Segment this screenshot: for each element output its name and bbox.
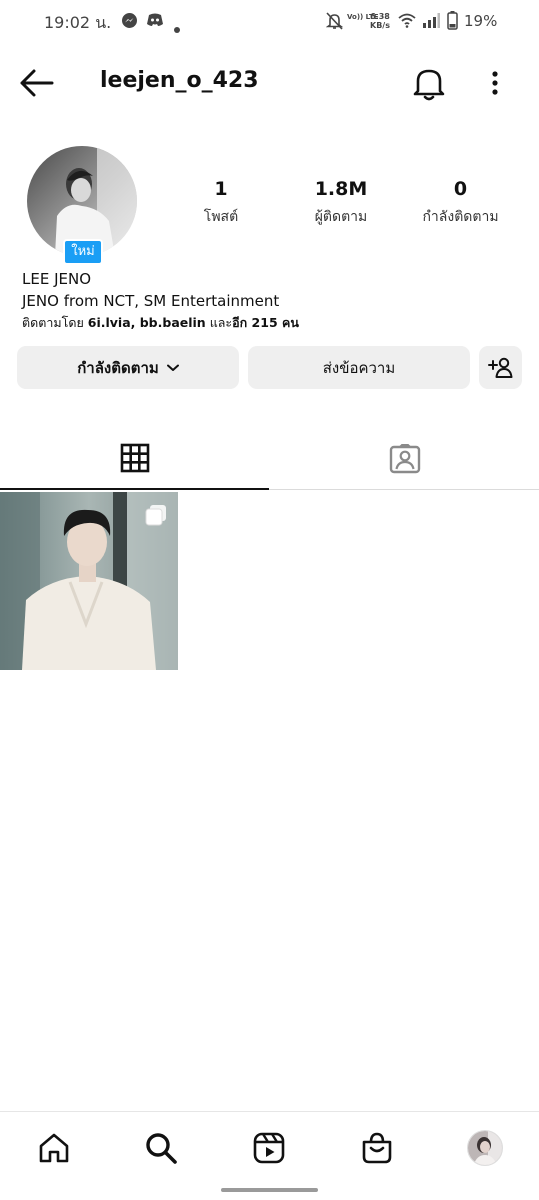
battery-icon — [447, 11, 458, 34]
more-options-button[interactable] — [480, 66, 510, 100]
nav-reels[interactable] — [249, 1128, 289, 1168]
posts-count-value: 1 — [214, 178, 228, 200]
profile-header: leejen_o_423 — [0, 52, 539, 112]
discord-icon — [146, 12, 164, 32]
following-count-label: กำลังติดตาม — [422, 209, 499, 225]
network-speed: 6.38 KB/s — [370, 12, 390, 30]
dot-icon — [174, 18, 180, 37]
grid-icon — [120, 443, 149, 473]
profile-display-name: LEE JENO — [22, 270, 92, 288]
add-person-icon — [487, 357, 512, 378]
followers-count-value: 1.8M — [314, 178, 368, 200]
shop-icon — [362, 1132, 392, 1164]
battery-percent: 19% — [464, 12, 498, 30]
followers-count-label: ผู้ติดตาม — [314, 209, 368, 225]
back-arrow-icon — [20, 69, 54, 97]
carousel-icon — [144, 503, 168, 531]
nav-shop[interactable] — [357, 1128, 397, 1168]
messenger-icon — [121, 12, 138, 33]
followed-by-names: 6i.lvia, bb.baelin — [87, 315, 206, 330]
reels-icon — [253, 1132, 285, 1164]
following-button-label: กำลังติดตาม — [77, 358, 159, 377]
bottom-navigation — [0, 1111, 539, 1200]
following-button[interactable]: กำลังติดตาม — [17, 346, 239, 389]
following-count-value: 0 — [453, 178, 468, 200]
followers-count[interactable]: 1.8M ผู้ติดตาม — [300, 178, 382, 228]
profile-tabs — [0, 428, 539, 490]
bell-icon — [413, 69, 445, 101]
followed-by-mid: และ — [205, 315, 233, 330]
tagged-person-icon — [389, 443, 420, 473]
suggested-people-button[interactable] — [479, 346, 522, 389]
chevron-down-icon — [166, 364, 179, 371]
status-time: 19:02 น. — [44, 13, 112, 32]
home-icon — [39, 1133, 69, 1163]
notifications-button[interactable] — [410, 64, 448, 102]
followed-by-rest: อีก 215 คน — [232, 315, 299, 330]
nav-profile[interactable] — [465, 1128, 505, 1168]
mute-icon — [325, 12, 344, 34]
following-count[interactable]: 0 กำลังติดตาม — [412, 178, 509, 228]
search-icon — [146, 1133, 177, 1164]
profile-bio: JENO from NCT, SM Entertainment — [22, 292, 280, 310]
posts-count[interactable]: 1 โพสต์ — [196, 178, 246, 228]
profile-avatar — [467, 1130, 503, 1166]
home-indicator[interactable] — [221, 1188, 318, 1192]
nav-home[interactable] — [34, 1128, 74, 1168]
followed-by-prefix: ติดตามโดย — [22, 315, 88, 330]
new-story-badge: ใหม่ — [63, 239, 103, 265]
back-button[interactable] — [18, 66, 58, 100]
signal-icon — [422, 13, 440, 32]
wifi-icon — [398, 13, 416, 32]
status-bar: 19:02 น. Vo)) LTE 6.38 KB/s 19% — [0, 0, 539, 44]
followed-by-text[interactable]: ติดตามโดย 6i.lvia, bb.baelin และอีก 215 … — [22, 313, 299, 333]
profile-username: leejen_o_423 — [100, 68, 259, 93]
posts-count-label: โพสต์ — [203, 209, 239, 225]
tab-tagged[interactable] — [270, 428, 539, 489]
message-button-label: ส่งข้อความ — [322, 358, 396, 377]
more-vertical-icon — [492, 71, 498, 95]
tab-grid[interactable] — [0, 428, 269, 490]
nav-search[interactable] — [141, 1128, 181, 1168]
message-button[interactable]: ส่งข้อความ — [248, 346, 470, 389]
